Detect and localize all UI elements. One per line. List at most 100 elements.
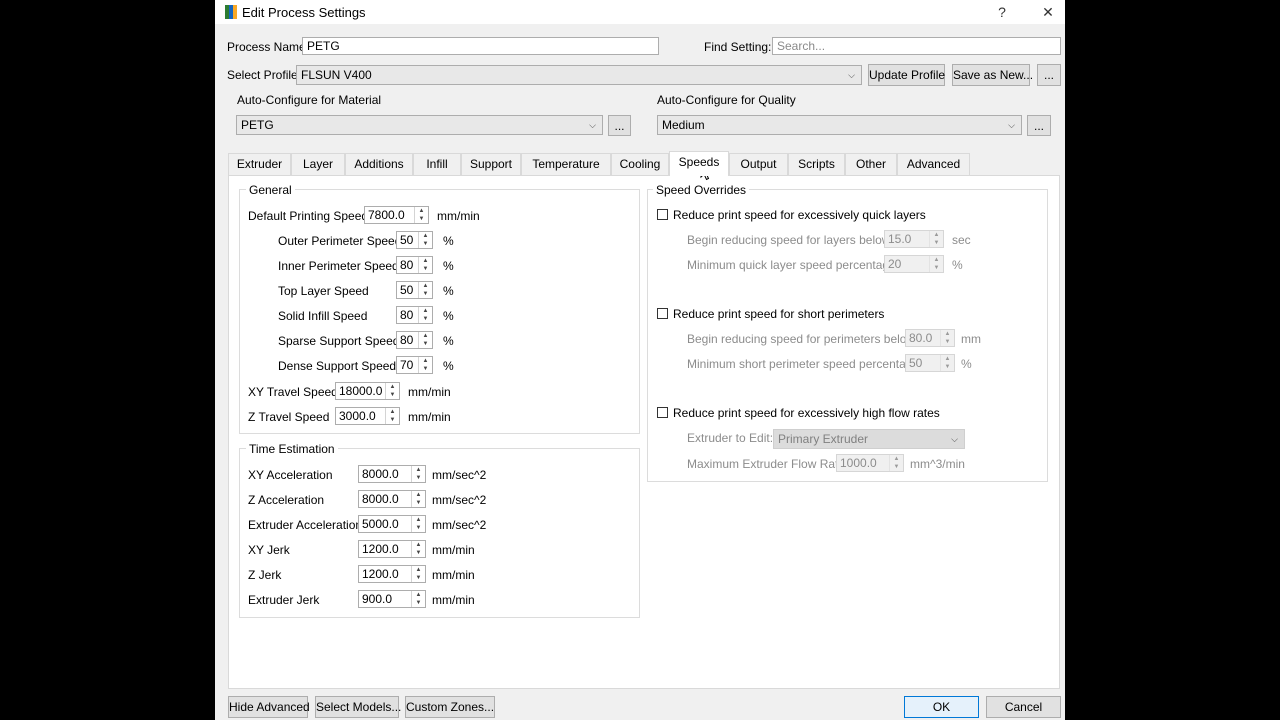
spin-arrows-icon: ▲ ▼ (411, 566, 425, 582)
tab-speeds[interactable]: Speeds (669, 151, 729, 176)
tab-infill[interactable]: Infill (413, 153, 461, 175)
default-printing-speed-input[interactable]: 7800.0 ▲ ▼ (364, 206, 429, 224)
help-button[interactable]: ? (987, 2, 1017, 22)
percent-unit: % (443, 284, 454, 298)
solid-infill-speed-input[interactable]: 80 ▲ ▼ (396, 306, 433, 324)
tab-layer[interactable]: Layer (291, 153, 345, 175)
extruder-to-edit-dropdown[interactable]: Primary Extruder ⌵ (773, 429, 965, 449)
tab-support[interactable]: Support (461, 153, 521, 175)
custom-zones-button[interactable]: Custom Zones... (405, 696, 495, 718)
extruder-jerk-label: Extruder Jerk (248, 593, 320, 607)
default-printing-speed-unit: mm/min (437, 209, 480, 223)
extruder-to-edit-value: Primary Extruder (778, 432, 869, 446)
quick-begin-label: Begin reducing speed for layers below (687, 233, 891, 247)
percent-unit: % (443, 359, 454, 373)
short-min-unit: % (961, 357, 972, 371)
quick-min-input[interactable]: 20 ▲ ▼ (884, 255, 944, 273)
inner-perimeter-speed-input[interactable]: 80 ▲ ▼ (396, 256, 433, 274)
max-flow-unit: mm^3/min (910, 457, 965, 471)
process-name-input[interactable]: PETG (302, 37, 659, 55)
dense-support-speed-input[interactable]: 70 ▲ ▼ (396, 356, 433, 374)
percent-unit: % (443, 234, 454, 248)
hide-advanced-button[interactable]: Hide Advanced (228, 696, 310, 718)
chevron-down-icon: ⌵ (951, 434, 958, 444)
general-group-title: General (246, 183, 295, 197)
spin-arrows-icon: ▲ ▼ (889, 455, 903, 471)
outer-perimeter-speed-input[interactable]: 50 ▲ ▼ (396, 231, 433, 249)
simplify3d-app-icon (225, 5, 237, 19)
time-estimation-group-title: Time Estimation (246, 442, 338, 456)
jerk-unit: mm/min (432, 543, 475, 557)
tab-other[interactable]: Other (845, 153, 897, 175)
quick-min-label: Minimum quick layer speed percentage (687, 258, 896, 272)
chevron-down-icon: ⌵ (589, 120, 596, 130)
quick-layers-checkbox[interactable] (657, 209, 668, 220)
max-flow-input[interactable]: 1000.0 ▲ ▼ (836, 454, 904, 472)
select-profile-value: FLSUN V400 (301, 68, 372, 82)
profile-more-button[interactable]: ... (1037, 64, 1061, 86)
xy-acceleration-input[interactable]: 8000.0 ▲ ▼ (358, 465, 426, 483)
percent-unit: % (443, 259, 454, 273)
spin-arrows-icon: ▲ ▼ (418, 332, 432, 348)
spin-arrows-icon: ▲ ▼ (385, 408, 399, 424)
short-begin-input[interactable]: 80.0 ▲ ▼ (905, 329, 955, 347)
cancel-button[interactable]: Cancel (986, 696, 1061, 718)
tab-temperature[interactable]: Temperature (521, 153, 611, 175)
short-perimeters-checkbox[interactable] (657, 308, 668, 319)
quality-dropdown[interactable]: Medium ⌵ (657, 115, 1022, 135)
inner-perimeter-speed-label: Inner Perimeter Speed (278, 259, 399, 273)
short-begin-unit: mm (961, 332, 981, 346)
quick-begin-input[interactable]: 15.0 ▲ ▼ (884, 230, 944, 248)
tab-advanced[interactable]: Advanced (897, 153, 970, 175)
select-models-button[interactable]: Select Models... (315, 696, 401, 718)
extruder-jerk-input[interactable]: 900.0 ▲ ▼ (358, 590, 426, 608)
spin-arrows-icon: ▲ ▼ (929, 256, 943, 272)
chevron-down-icon: ⌵ (1008, 120, 1015, 130)
z-acceleration-label: Z Acceleration (248, 493, 325, 507)
material-dropdown[interactable]: PETG ⌵ (236, 115, 603, 135)
high-flow-checkbox[interactable] (657, 407, 668, 418)
save-as-new-button[interactable]: Save as New... (952, 64, 1033, 86)
spin-arrows-icon: ▲ ▼ (411, 491, 425, 507)
xy-acceleration-label: XY Acceleration (248, 468, 333, 482)
xy-jerk-input[interactable]: 1200.0 ▲ ▼ (358, 540, 426, 558)
z-acceleration-input[interactable]: 8000.0 ▲ ▼ (358, 490, 426, 508)
max-flow-label: Maximum Extruder Flow Rate (687, 457, 846, 471)
spin-arrows-icon: ▲ ▼ (411, 591, 425, 607)
quality-more-button[interactable]: ... (1027, 115, 1051, 136)
tab-output[interactable]: Output (729, 153, 788, 175)
sparse-support-speed-input[interactable]: 80 ▲ ▼ (396, 331, 433, 349)
quality-value: Medium (662, 118, 705, 132)
material-more-button[interactable]: ... (608, 115, 631, 136)
extruder-acceleration-input[interactable]: 5000.0 ▲ ▼ (358, 515, 426, 533)
z-jerk-input[interactable]: 1200.0 ▲ ▼ (358, 565, 426, 583)
select-profile-dropdown[interactable]: FLSUN V400 ⌵ (296, 65, 862, 85)
quick-begin-unit: sec (952, 233, 971, 247)
tab-cooling[interactable]: Cooling (611, 153, 669, 175)
xy-travel-speed-label: XY Travel Speed (248, 385, 338, 399)
short-perimeters-label: Reduce print speed for short perimeters (673, 307, 885, 321)
short-min-input[interactable]: 50 ▲ ▼ (905, 354, 955, 372)
find-setting-label: Find Setting: (704, 40, 772, 54)
jerk-unit: mm/min (432, 593, 475, 607)
tab-additions[interactable]: Additions (345, 153, 413, 175)
xy-travel-speed-input[interactable]: 18000.0 ▲ ▼ (335, 382, 400, 400)
close-icon[interactable]: ✕ (1033, 2, 1063, 22)
spin-arrows-icon: ▲ ▼ (940, 330, 954, 346)
spin-arrows-icon: ▲ ▼ (411, 466, 425, 482)
tab-extruder[interactable]: Extruder (228, 153, 291, 175)
update-profile-button[interactable]: Update Profile (868, 64, 945, 86)
top-layer-speed-input[interactable]: 50 ▲ ▼ (396, 281, 433, 299)
spin-arrows-icon: ▲ ▼ (418, 282, 432, 298)
quality-autoconfig-label: Auto-Configure for Quality (657, 93, 796, 107)
window-title: Edit Process Settings (242, 5, 366, 20)
spin-arrows-icon: ▲ ▼ (418, 232, 432, 248)
tab-scripts[interactable]: Scripts (788, 153, 845, 175)
ok-button[interactable]: OK (904, 696, 979, 718)
solid-infill-speed-label: Solid Infill Speed (278, 309, 368, 323)
find-setting-input[interactable]: Search... (772, 37, 1061, 55)
dense-support-speed-label: Dense Support Speed (278, 359, 397, 373)
spin-arrows-icon: ▲ ▼ (929, 231, 943, 247)
spin-arrows-icon: ▲ ▼ (411, 516, 425, 532)
z-travel-speed-input[interactable]: 3000.0 ▲ ▼ (335, 407, 400, 425)
